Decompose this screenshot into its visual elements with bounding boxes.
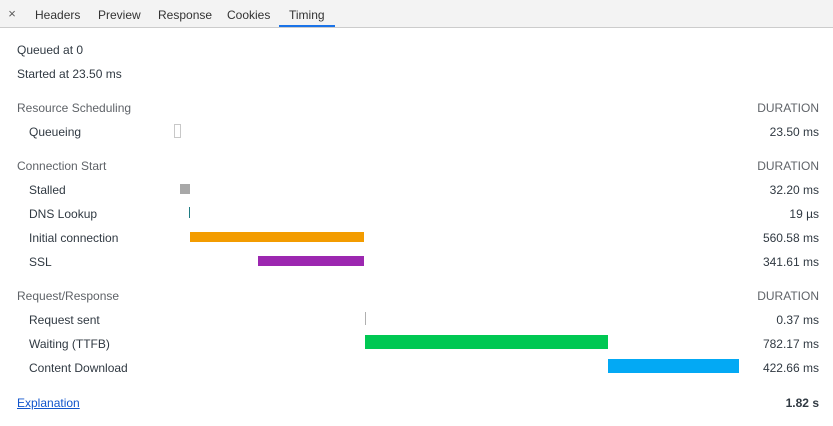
tab-response[interactable]: Response (158, 0, 212, 27)
bar-stalled (180, 184, 190, 194)
queued-at-text: Queued at 0 (17, 43, 84, 57)
row-label-waiting-ttfb: Waiting (TTFB) (29, 337, 110, 351)
bar-dns-lookup (189, 207, 190, 218)
row-label-content-download: Content Download (29, 361, 128, 375)
row-label-request-sent: Request sent (29, 313, 100, 327)
duration-stalled: 32.20 ms (769, 183, 819, 197)
duration-initial-connection: 560.58 ms (762, 231, 819, 245)
duration-header: DURATION (757, 101, 819, 115)
duration-request-sent: 0.37 ms (776, 313, 819, 327)
duration-ssl: 341.61 ms (762, 255, 819, 269)
duration-queueing: 23.50 ms (769, 125, 819, 139)
tab-preview[interactable]: Preview (98, 0, 141, 27)
bar-ssl (258, 256, 364, 266)
section-title-resource-scheduling: Resource Scheduling (17, 101, 132, 115)
duration-dns-lookup: 19 µs (789, 207, 819, 221)
tab-headers[interactable]: Headers (35, 0, 80, 27)
section-title-request-response: Request/Response (17, 289, 120, 303)
row-label-initial-connection: Initial connection (29, 231, 119, 245)
duration-header: DURATION (757, 289, 819, 303)
close-icon[interactable]: × (4, 6, 20, 22)
row-label-stalled: Stalled (29, 183, 66, 197)
section-title-connection-start: Connection Start (17, 159, 107, 173)
tab-timing[interactable]: Timing (279, 0, 335, 27)
explanation-link[interactable]: Explanation (17, 396, 80, 410)
tab-cookies[interactable]: Cookies (227, 0, 270, 27)
total-duration: 1.82 s (785, 396, 819, 410)
bar-content-download (608, 359, 739, 373)
duration-waiting-ttfb: 782.17 ms (762, 337, 819, 351)
bar-initial-connection (190, 232, 364, 242)
duration-header: DURATION (757, 159, 819, 173)
bar-queueing (174, 124, 181, 138)
bar-waiting-ttfb (365, 335, 608, 349)
row-label-ssl: SSL (29, 255, 52, 269)
started-at-text: Started at 23.50 ms (17, 67, 122, 81)
row-label-dns-lookup: DNS Lookup (29, 207, 98, 221)
bar-request-sent (365, 312, 366, 325)
tab-bar: × Headers Preview Response Cookies Timin… (0, 0, 833, 28)
row-label-queueing: Queueing (29, 125, 82, 139)
duration-content-download: 422.66 ms (762, 361, 819, 375)
